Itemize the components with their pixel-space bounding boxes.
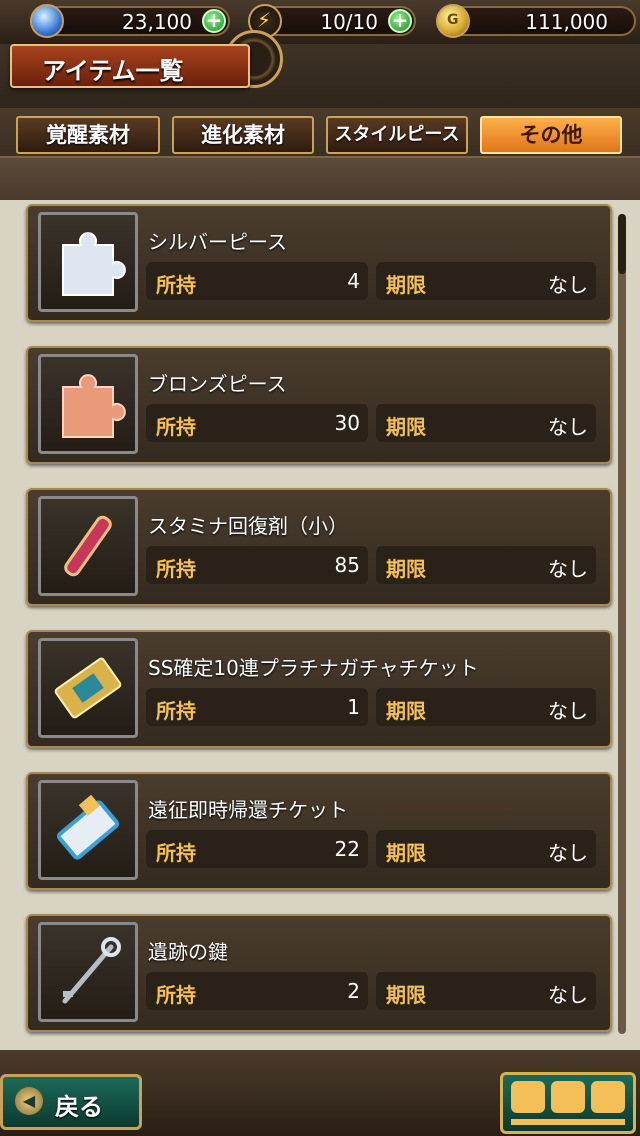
page-title: アイテム一覧 (42, 57, 184, 85)
tab-evolution[interactable]: 進化素材 (172, 116, 314, 154)
tab-other[interactable]: その他 (480, 116, 622, 154)
item-card[interactable]: SS確定10連プラチナガチャチケット 所持 1 期限 なし (26, 630, 612, 748)
owned-count: 4 (347, 269, 360, 293)
bronze-piece-icon (38, 354, 138, 454)
item-name: シルバーピース (148, 230, 287, 254)
expiry-value: なし (548, 841, 588, 865)
item-card[interactable]: スタミナ回復剤（小） 所持 85 期限 なし (26, 488, 612, 606)
return-ticket-icon (38, 780, 138, 880)
silver-piece-icon (38, 212, 138, 312)
page-title-plate: アイテム一覧 (10, 44, 250, 88)
expiry-field: 期限 なし (376, 262, 596, 300)
item-card[interactable]: ブロンズピース 所持 30 期限 なし (26, 346, 612, 464)
item-card[interactable]: シルバーピース 所持 4 期限 なし (26, 204, 612, 322)
gem-count: 23,100 (122, 10, 192, 34)
item-name: スタミナ回復剤（小） (148, 514, 348, 538)
tab-style-piece[interactable]: スタイルピース (326, 116, 468, 154)
expiry-field: 期限 なし (376, 972, 596, 1010)
expiry-field: 期限 なし (376, 546, 596, 584)
owned-count: 30 (334, 411, 360, 435)
stamina-counter: ⚡ 10/10 + (248, 4, 416, 38)
owned-count: 85 (334, 553, 360, 577)
owned-field: 所持 30 (146, 404, 368, 442)
tab-awakening[interactable]: 覚醒素材 (16, 116, 160, 154)
expiry-value: なし (548, 557, 588, 581)
add-stamina-button[interactable]: + (388, 9, 412, 33)
gacha-ticket-icon (38, 638, 138, 738)
owned-field: 所持 1 (146, 688, 368, 726)
scrollbar[interactable] (618, 214, 626, 1034)
owned-count: 22 (334, 837, 360, 861)
item-card[interactable]: 遠征即時帰還チケット 所持 22 期限 なし (26, 772, 612, 890)
owned-field: 所持 2 (146, 972, 368, 1010)
expiry-field: 期限 なし (376, 404, 596, 442)
item-card[interactable]: 遺跡の鍵 所持 2 期限 なし (26, 914, 612, 1032)
stamina-count: 10/10 (320, 10, 378, 34)
expiry-value: なし (548, 699, 588, 723)
watermark-logo (500, 1072, 636, 1134)
gold-counter: G 111,000 (436, 4, 636, 38)
item-name: ブロンズピース (148, 372, 287, 396)
owned-field: 所持 22 (146, 830, 368, 868)
expiry-value: なし (548, 273, 588, 297)
scrollbar-thumb[interactable] (618, 214, 626, 274)
expiry-field: 期限 なし (376, 688, 596, 726)
coin-icon: G (436, 4, 470, 38)
item-name: 遺跡の鍵 (148, 940, 228, 964)
owned-field: 所持 4 (146, 262, 368, 300)
stamina-potion-icon (38, 496, 138, 596)
expiry-field: 期限 なし (376, 830, 596, 868)
gold-count: 111,000 (525, 10, 608, 34)
item-name: 遠征即時帰還チケット (148, 798, 348, 822)
owned-field: 所持 85 (146, 546, 368, 584)
back-button[interactable]: ◀ 戻る (0, 1074, 142, 1130)
expiry-value: なし (548, 415, 588, 439)
gem-counter: 23,100 + (30, 4, 230, 38)
item-name: SS確定10連プラチナガチャチケット (148, 656, 479, 680)
key-icon (38, 922, 138, 1022)
owned-count: 1 (347, 695, 360, 719)
gem-icon (30, 4, 64, 38)
back-arrow-icon: ◀ (15, 1087, 43, 1115)
owned-count: 2 (347, 979, 360, 1003)
add-gems-button[interactable]: + (202, 9, 226, 33)
expiry-value: なし (548, 983, 588, 1007)
back-label: 戻る (55, 1093, 103, 1121)
sub-header-bar (0, 156, 640, 202)
